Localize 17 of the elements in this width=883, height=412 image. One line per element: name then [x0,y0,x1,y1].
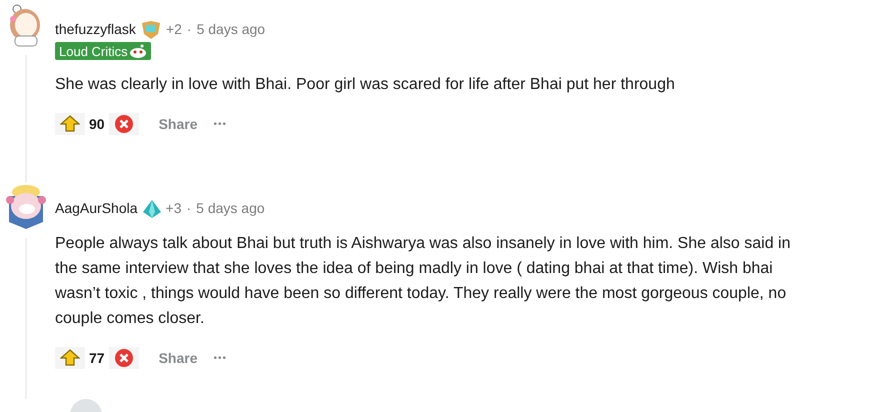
separator: · [186,20,192,39]
vote-count: 77 [89,348,105,368]
flair-label: Loud Critics [59,44,128,58]
more-options-button[interactable]: ••• [214,116,228,132]
timestamp[interactable]: 5 days ago [196,198,265,219]
award-count: +3 [166,199,182,218]
share-button[interactable]: Share [154,348,202,368]
comment-text: People always talk about Bhai but truth is Aishwarya was also insanely in love with him. She also said in the same interview that she loves the idea of being madly in love ( dating bhai at that time). Wish bhai wasn’t toxic , things would have been so different today. They really were the most gorgeous couple, no couple comes closer. [55,234,792,329]
more-options-button[interactable]: ••• [214,350,228,366]
vote-count: 90 [89,114,105,134]
share-button[interactable]: Share [154,114,202,134]
award-count: +2 [166,20,182,39]
username[interactable]: AagAurShola [55,198,138,219]
comment-text: She was clearly in love with Bhai. Poor girl was scared for life after Bhai put her through [55,75,676,95]
username[interactable]: thefuzzyflask [55,19,136,40]
timestamp[interactable]: 5 days ago [196,19,266,40]
separator: · [186,199,192,218]
